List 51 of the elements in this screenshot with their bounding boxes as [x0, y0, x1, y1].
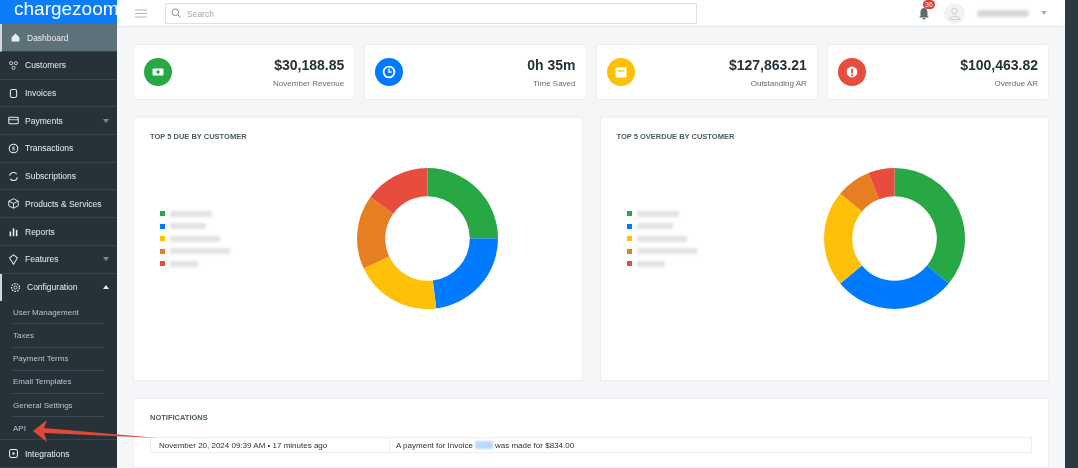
- blurred-label: [636, 210, 679, 217]
- stat-label: Outstanding AR: [750, 78, 807, 88]
- menu-icon[interactable]: [135, 8, 147, 18]
- search-icon: [171, 8, 181, 18]
- blurred-label: [636, 223, 673, 229]
- nav-icon: [8, 170, 19, 182]
- nav-icon: [8, 198, 19, 210]
- submenu-item[interactable]: Taxes: [13, 324, 104, 348]
- brand-name: chargezoom: [14, 0, 119, 18]
- nav-icon: [10, 281, 21, 293]
- sidebar-item[interactable]: Dashboard: [0, 24, 117, 53]
- blurred-label: [170, 260, 198, 267]
- submenu-item[interactable]: API: [13, 417, 104, 440]
- submenu-item[interactable]: General Settings: [13, 393, 104, 418]
- blurred-label: [636, 235, 687, 242]
- blurred-label: [636, 248, 697, 254]
- blurred-label: [170, 223, 206, 229]
- stat-value: $100,463.82: [960, 56, 1038, 73]
- stat-label: Overdue AR: [994, 78, 1038, 88]
- nav-icon: [8, 115, 19, 127]
- blurred-label: [636, 260, 665, 267]
- blurred-label: [170, 210, 212, 217]
- stat-label: November Revenue: [273, 78, 345, 88]
- nav-icon: [8, 448, 19, 460]
- blurred-label: [170, 248, 230, 254]
- user-icon: [948, 6, 961, 20]
- nav-icon: [10, 32, 21, 44]
- caret-icon[interactable]: [1041, 11, 1047, 15]
- blurred-invoice-number: [474, 441, 493, 449]
- notification-text: was made for $834.00: [494, 440, 575, 450]
- caret-icon: [103, 285, 109, 290]
- user-name-blurred: [977, 9, 1029, 17]
- notification-text: A payment for Invoice: [396, 440, 473, 450]
- nav-icon: [8, 87, 19, 99]
- submenu-item[interactable]: User Management: [13, 301, 104, 325]
- submenu-item[interactable]: Payment Terms: [13, 347, 104, 371]
- caret-icon: [103, 118, 109, 123]
- bell-icon[interactable]: [918, 7, 930, 20]
- submenu-item[interactable]: Email Templates: [13, 370, 104, 394]
- stat-value: $30,188.85: [274, 56, 345, 73]
- stat-value: 0h 35m: [527, 56, 576, 73]
- nav-icon: [8, 59, 19, 71]
- nav-icon: [8, 226, 19, 237]
- search-field[interactable]: Search: [165, 3, 697, 24]
- blurred-label: [170, 235, 220, 242]
- stat-label: Time Saved: [533, 78, 576, 88]
- nav-icon: [8, 253, 19, 265]
- caret-icon: [103, 257, 109, 262]
- stat-value: $127,863.21: [728, 56, 807, 73]
- avatar[interactable]: [944, 2, 965, 24]
- nav-icon: [8, 142, 19, 154]
